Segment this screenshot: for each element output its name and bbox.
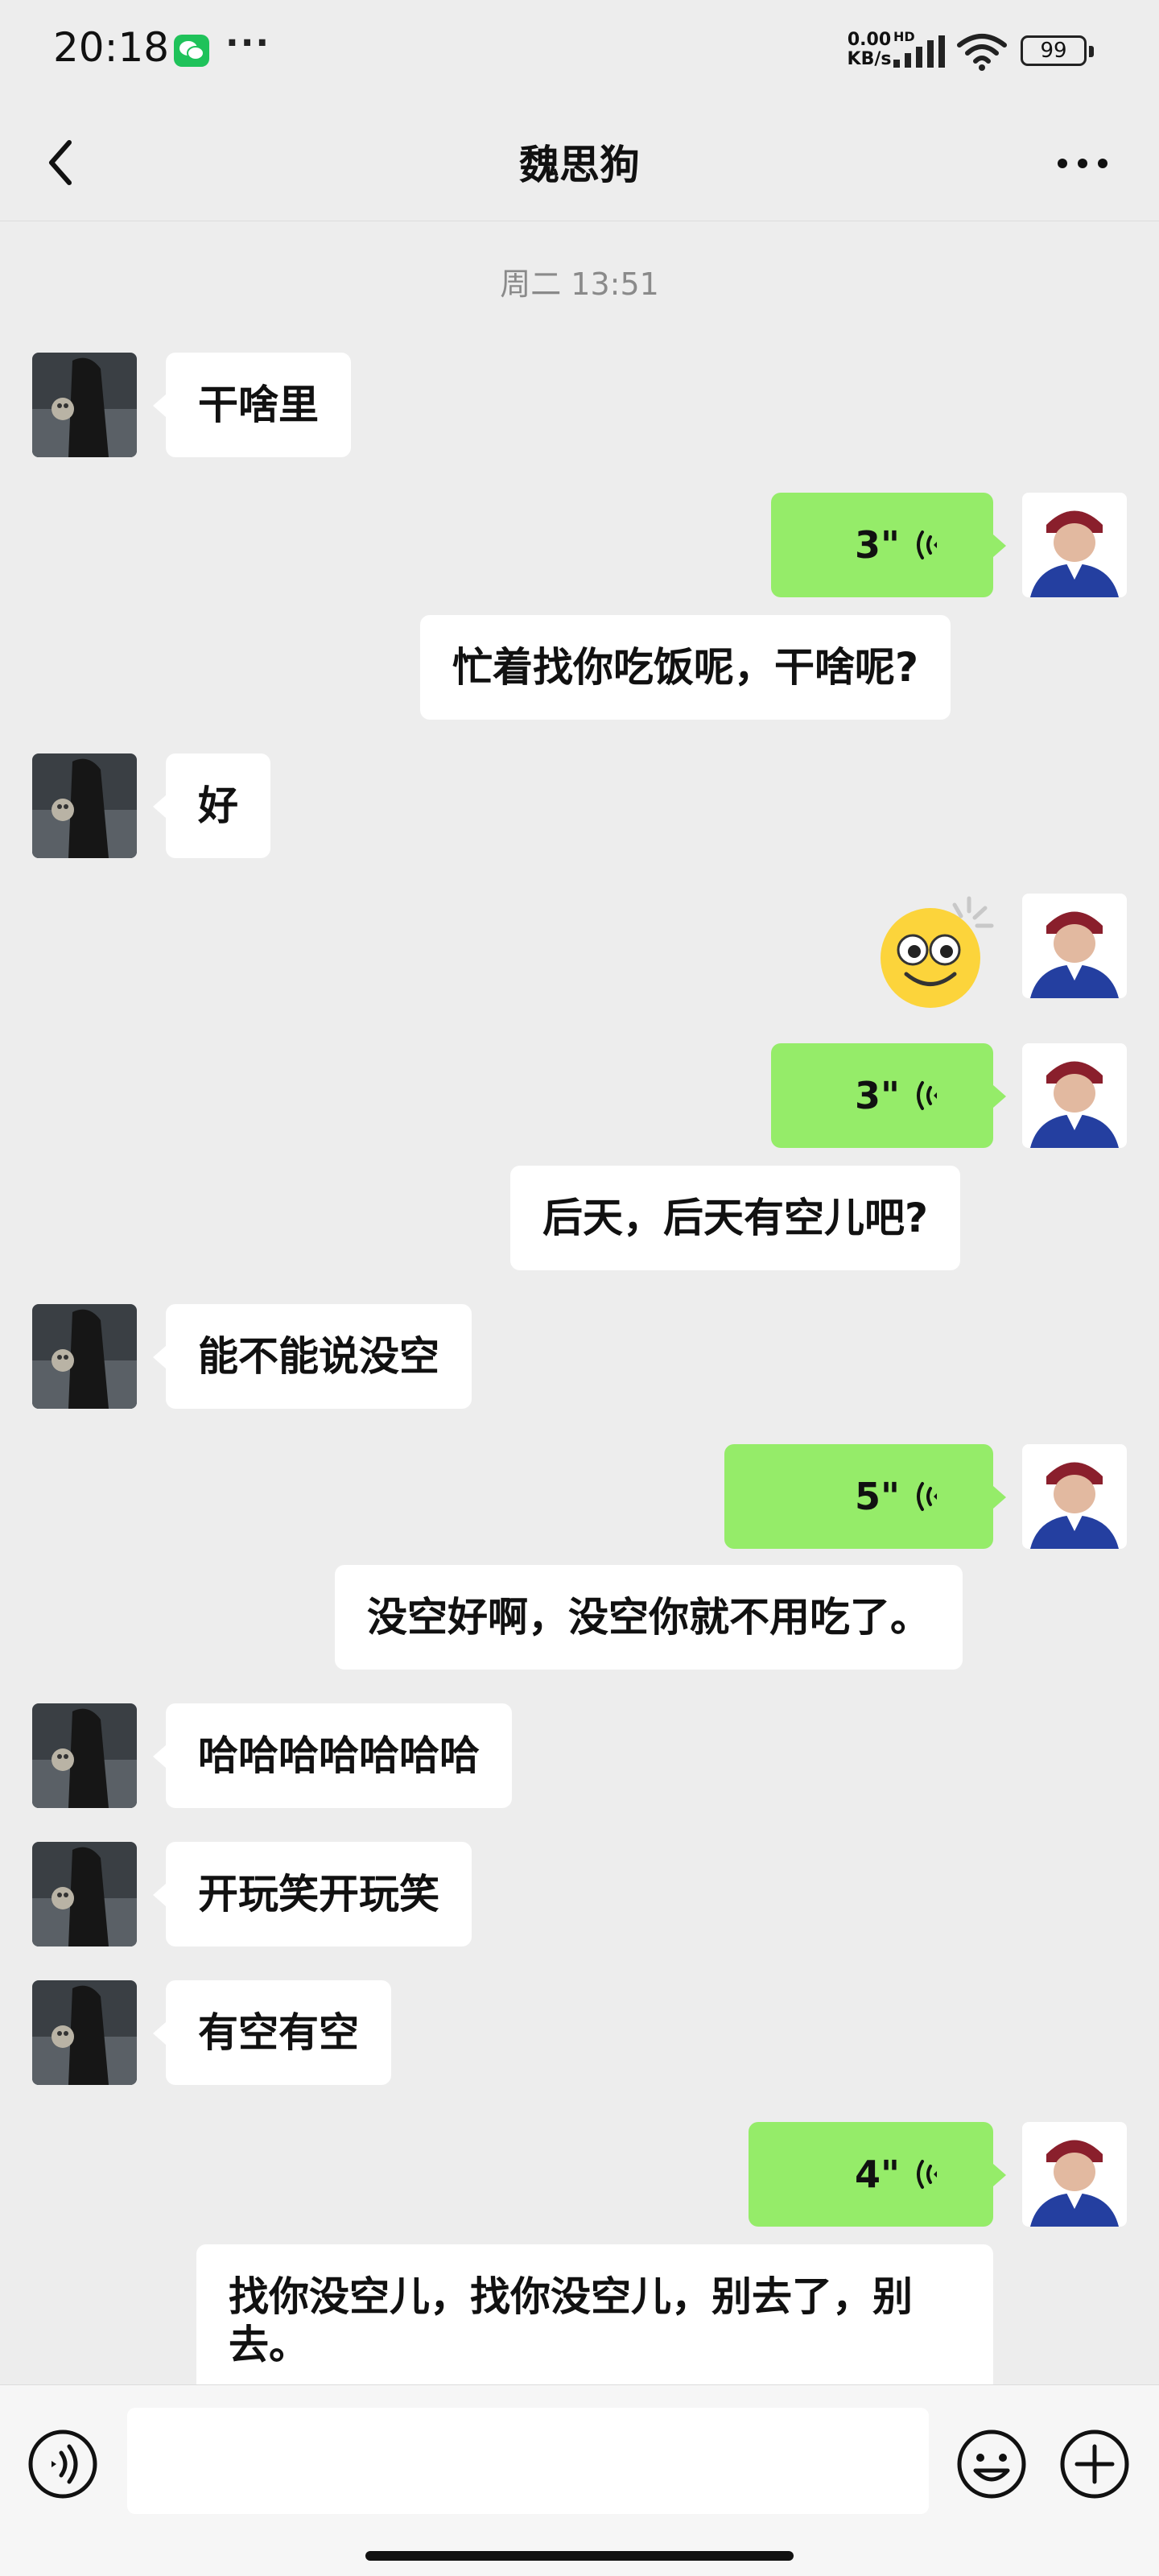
more-functions-button[interactable] bbox=[1058, 2427, 1132, 2501]
message-bubble-received[interactable]: 好 bbox=[153, 753, 270, 858]
voice-wave-icon bbox=[917, 530, 937, 559]
transcript-text: 忙着找你吃饭呢，干啥呢? bbox=[452, 644, 919, 691]
voice-message-bubble[interactable]: 3" bbox=[771, 493, 1006, 597]
contact-avatar[interactable] bbox=[32, 753, 137, 858]
chat-title: 魏思狗 bbox=[519, 142, 640, 188]
message-text: 有空有空 bbox=[198, 2009, 359, 2056]
message-text: 开玩笑开玩笑 bbox=[198, 1871, 439, 1918]
network-speed-text: 0.00 KB/s bbox=[847, 30, 892, 69]
wifi-icon bbox=[957, 34, 1007, 71]
voice-wave-icon bbox=[917, 1081, 937, 1110]
message-bubble-received[interactable]: 能不能说没空 bbox=[153, 1304, 472, 1409]
voice-transcript[interactable]: 没空好啊，没空你就不用吃了。 bbox=[335, 1565, 963, 1670]
voice-message-bubble[interactable]: 4" bbox=[749, 2122, 1006, 2227]
more-horizontal-icon bbox=[1058, 159, 1107, 168]
message-bubble-received[interactable]: 有空有空 bbox=[153, 1980, 391, 2085]
contact-avatar[interactable] bbox=[32, 353, 137, 457]
signal-icon bbox=[893, 35, 945, 68]
voice-duration: 3" bbox=[855, 523, 900, 567]
my-avatar[interactable] bbox=[1022, 2122, 1127, 2227]
transcript-text: 找你没空儿，找你没空儿，别去了，别去。 bbox=[229, 2273, 913, 2368]
voice-wave-icon bbox=[917, 1482, 937, 1511]
emoji-button[interactable] bbox=[955, 2427, 1029, 2501]
voice-message-bubble[interactable]: 3" bbox=[771, 1043, 1006, 1148]
my-avatar[interactable] bbox=[1022, 1043, 1127, 1148]
contact-avatar[interactable] bbox=[32, 1980, 137, 2085]
voice-duration: 3" bbox=[855, 1074, 900, 1117]
message-input[interactable] bbox=[127, 2408, 929, 2514]
voice-transcript[interactable]: 忙着找你吃饭呢，干啥呢? bbox=[420, 615, 951, 720]
message-bubble-received[interactable]: 开玩笑开玩笑 bbox=[153, 1842, 472, 1946]
message-bubble-received[interactable]: 哈哈哈哈哈哈哈 bbox=[153, 1703, 512, 1808]
more-notifications-icon: ··· bbox=[225, 23, 271, 64]
home-indicator[interactable] bbox=[365, 2551, 794, 2561]
contact-avatar[interactable] bbox=[32, 1842, 137, 1946]
voice-duration: 5" bbox=[855, 1475, 900, 1518]
status-bar: 20:18 ··· 0.00 KB/s HD 99 bbox=[0, 0, 1159, 101]
input-bar bbox=[0, 2384, 1159, 2576]
dizzy-smile-emoji[interactable] bbox=[874, 894, 995, 1014]
voice-message-bubble[interactable]: 5" bbox=[724, 1444, 1006, 1549]
message-bubble-received[interactable]: 干啥里 bbox=[153, 353, 351, 457]
message-text: 干啥里 bbox=[198, 382, 319, 428]
voice-transcript[interactable]: 后天，后天有空儿吧? bbox=[510, 1166, 961, 1270]
message-text: 好 bbox=[198, 782, 238, 829]
more-options-button[interactable] bbox=[1054, 139, 1111, 188]
my-avatar[interactable] bbox=[1022, 493, 1127, 597]
my-avatar[interactable] bbox=[1022, 1444, 1127, 1549]
message-text: 哈哈哈哈哈哈哈 bbox=[198, 1732, 480, 1779]
transcript-text: 没空好啊，没空你就不用吃了。 bbox=[367, 1594, 930, 1641]
wechat-notification-icon bbox=[174, 35, 209, 67]
battery-level: 99 bbox=[1040, 39, 1067, 63]
chat-header: 魏思狗 bbox=[0, 101, 1159, 221]
voice-duration: 4" bbox=[855, 2153, 900, 2196]
voice-input-button[interactable] bbox=[26, 2427, 100, 2501]
transcript-text: 后天，后天有空儿吧? bbox=[542, 1195, 929, 1241]
contact-avatar[interactable] bbox=[32, 1304, 137, 1409]
contact-avatar[interactable] bbox=[32, 1703, 137, 1808]
voice-wave-icon bbox=[917, 2160, 937, 2189]
message-timestamp: 周二 13:51 bbox=[500, 266, 659, 302]
message-text: 能不能说没空 bbox=[198, 1333, 439, 1380]
my-avatar[interactable] bbox=[1022, 894, 1127, 998]
battery-icon: 99 bbox=[1021, 35, 1094, 66]
status-time: 20:18 bbox=[53, 24, 170, 71]
